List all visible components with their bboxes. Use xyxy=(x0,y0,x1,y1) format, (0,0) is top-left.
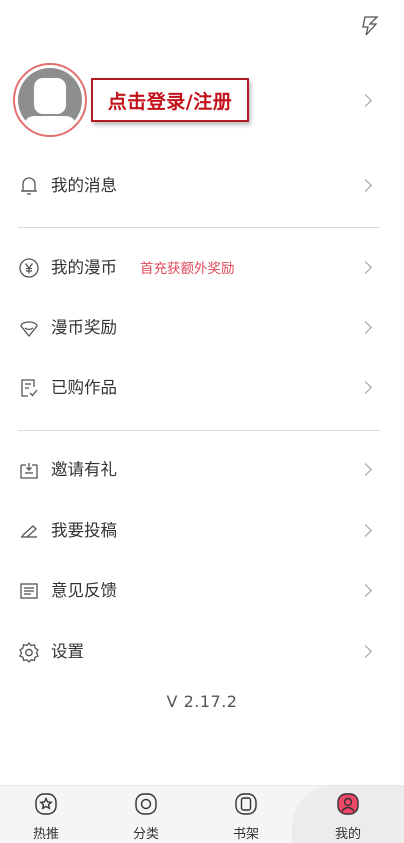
menu-label-invite: 邀请有礼 xyxy=(51,460,117,479)
menu-item-feedback[interactable]: 意见反馈 xyxy=(0,571,404,611)
tab-label: 书架 xyxy=(232,827,259,842)
feedback-list-icon xyxy=(18,580,40,602)
invite-gift-icon xyxy=(18,459,40,481)
tab-hot[interactable]: 热推 xyxy=(6,786,86,843)
tab-label: 热推 xyxy=(32,827,59,842)
category-icon xyxy=(134,792,158,816)
yen-coin-icon xyxy=(18,257,40,279)
menu-label-submit: 我要投稿 xyxy=(51,521,117,540)
menu-item-messages[interactable]: 我的消息 xyxy=(0,166,404,206)
coins-promo-text: 首充获额外奖励 xyxy=(140,261,235,277)
tab-mine[interactable]: 我的 xyxy=(308,786,388,843)
menu-label-purchased: 已购作品 xyxy=(51,378,117,397)
skin-theme-icon[interactable] xyxy=(358,14,382,38)
menu-label-feedback: 意见反馈 xyxy=(51,581,117,600)
menu-item-invite[interactable]: 邀请有礼 xyxy=(0,450,404,490)
purchase-list-icon xyxy=(18,377,40,399)
menu-label-rewards: 漫币奖励 xyxy=(51,318,117,337)
star-icon xyxy=(34,792,58,816)
login-register-button[interactable]: 点击登录/注册 xyxy=(91,78,249,122)
divider xyxy=(18,430,380,431)
menu-item-rewards[interactable]: 漫币奖励 xyxy=(0,308,404,348)
bookshelf-icon xyxy=(234,792,258,816)
chevron-right-icon xyxy=(359,261,372,274)
pen-icon xyxy=(18,520,40,542)
bottom-tab-bar: 热推 分类 书架 我的 xyxy=(0,785,404,843)
profile-page: 点击登录/注册 我的消息 我的漫币 首充获额外奖励 漫币奖励 已购作品 邀请有礼… xyxy=(0,0,404,843)
app-version: V 2.17.2 xyxy=(166,692,238,711)
default-avatar-icon xyxy=(18,68,82,132)
avatar[interactable] xyxy=(13,63,87,137)
gear-icon xyxy=(18,641,40,663)
menu-item-settings[interactable]: 设置 xyxy=(0,632,404,672)
divider xyxy=(18,227,380,228)
menu-item-purchased[interactable]: 已购作品 xyxy=(0,368,404,408)
chevron-right-icon xyxy=(359,463,372,476)
chevron-right-icon xyxy=(359,381,372,394)
diamond-icon xyxy=(18,317,40,339)
tab-label: 分类 xyxy=(132,827,159,842)
tab-bookshelf[interactable]: 书架 xyxy=(206,786,286,843)
chevron-right-icon xyxy=(359,584,372,597)
chevron-right-icon xyxy=(359,524,372,537)
profile-header[interactable]: 点击登录/注册 xyxy=(0,60,404,140)
tab-label: 我的 xyxy=(334,827,361,842)
bell-icon xyxy=(18,175,40,197)
menu-item-coins[interactable]: 我的漫币 首充获额外奖励 xyxy=(0,248,404,288)
menu-label-coins: 我的漫币 xyxy=(51,258,117,277)
user-icon xyxy=(336,792,360,816)
chevron-right-icon xyxy=(359,94,372,107)
menu-item-submit[interactable]: 我要投稿 xyxy=(0,511,404,551)
chevron-right-icon xyxy=(359,179,372,192)
menu-label-messages: 我的消息 xyxy=(51,176,117,195)
menu-label-settings: 设置 xyxy=(51,642,84,661)
tab-category[interactable]: 分类 xyxy=(106,786,186,843)
chevron-right-icon xyxy=(359,321,372,334)
login-register-label: 点击登录/注册 xyxy=(107,90,233,113)
chevron-right-icon xyxy=(359,645,372,658)
